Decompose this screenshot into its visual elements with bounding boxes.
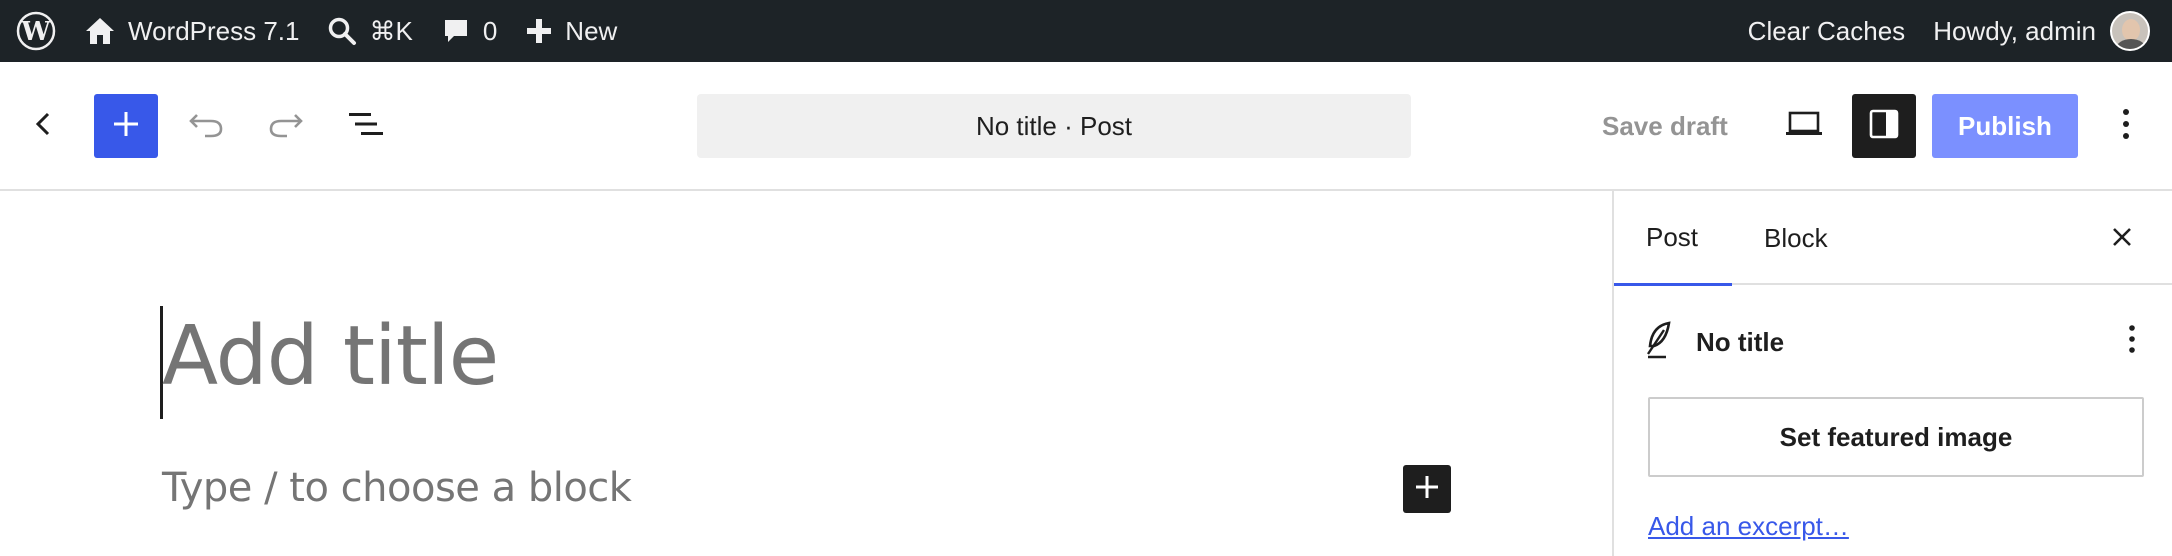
my-account-menu[interactable]: Howdy, admin: [1919, 0, 2164, 62]
wordpress-logo-icon: W: [16, 11, 56, 51]
admin-bar: W WordPress 7.1 ⌘K 0 New Clear Caches Ho…: [0, 0, 2172, 62]
comment-bubble-icon: [441, 16, 471, 46]
undo-icon: [187, 109, 225, 144]
new-content-menu[interactable]: New: [511, 0, 631, 62]
plus-icon: [112, 110, 140, 143]
default-block-appender[interactable]: Type / to choose a block: [162, 465, 632, 511]
plus-icon: [1414, 474, 1440, 505]
settings-sidebar: Post Block No title Set featured image A…: [1612, 191, 2172, 556]
search-icon: [327, 16, 357, 46]
comments-count: 0: [482, 15, 498, 46]
back-button[interactable]: [22, 94, 66, 158]
settings-sidebar-toggle[interactable]: [1852, 94, 1916, 158]
more-vertical-icon: [2122, 107, 2130, 146]
publish-button[interactable]: Publish: [1932, 94, 2078, 158]
svg-text:W: W: [20, 17, 51, 47]
desktop-icon: [1784, 110, 1824, 143]
add-block-button[interactable]: [1403, 465, 1451, 513]
new-label: New: [565, 15, 618, 46]
post-feather-icon: [1644, 320, 1674, 365]
post-title-input[interactable]: Add title: [162, 309, 499, 404]
redo-button[interactable]: [262, 94, 310, 158]
post-actions-button[interactable]: [2112, 319, 2152, 363]
search-shortcut: ⌘K: [369, 15, 413, 46]
command-palette-button[interactable]: ⌘K: [313, 0, 426, 62]
clear-caches-button[interactable]: Clear Caches: [1734, 0, 1920, 62]
block-inserter-button[interactable]: [94, 94, 158, 158]
home-icon: [84, 16, 116, 46]
wordpress-logo-menu[interactable]: W: [2, 0, 70, 62]
tab-post[interactable]: Post: [1614, 191, 1732, 286]
document-title: No title · Post: [975, 110, 1133, 141]
more-vertical-icon: [2128, 323, 2136, 360]
document-bar[interactable]: No title · Post: [697, 94, 1411, 158]
clear-caches-label: Clear Caches: [1747, 15, 1906, 46]
add-excerpt-link[interactable]: Add an excerpt…: [1648, 511, 1849, 542]
comments-menu[interactable]: 0: [427, 0, 511, 62]
avatar: [2110, 11, 2150, 51]
editor-canvas: Add title Type / to choose a block: [0, 191, 1612, 556]
preview-button[interactable]: [1776, 94, 1832, 158]
close-icon: [2110, 225, 2134, 254]
redo-icon: [267, 109, 305, 144]
editor-header: No title · Post Save draft Publish: [0, 62, 2172, 191]
post-card-title: No title: [1696, 326, 1785, 357]
site-name: WordPress 7.1: [128, 15, 300, 46]
options-menu-button[interactable]: [2110, 94, 2142, 158]
chevron-left-icon: [32, 108, 56, 145]
list-view-icon: [347, 110, 385, 143]
sidebar-tabs: Post Block: [1614, 191, 2172, 286]
set-featured-image-button[interactable]: Set featured image: [1648, 397, 2144, 477]
plus-icon: [525, 17, 553, 45]
greeting-label: Howdy, admin: [1933, 15, 2096, 46]
tab-block[interactable]: Block: [1732, 191, 1860, 285]
undo-button[interactable]: [182, 94, 230, 158]
post-card: No title: [1644, 311, 2144, 373]
close-sidebar-button[interactable]: [2100, 217, 2144, 261]
sidebar-icon: [1868, 108, 1900, 145]
document-overview-button[interactable]: [342, 94, 390, 158]
save-draft-button[interactable]: Save draft: [1580, 94, 1750, 158]
site-name-menu[interactable]: WordPress 7.1: [70, 0, 313, 62]
